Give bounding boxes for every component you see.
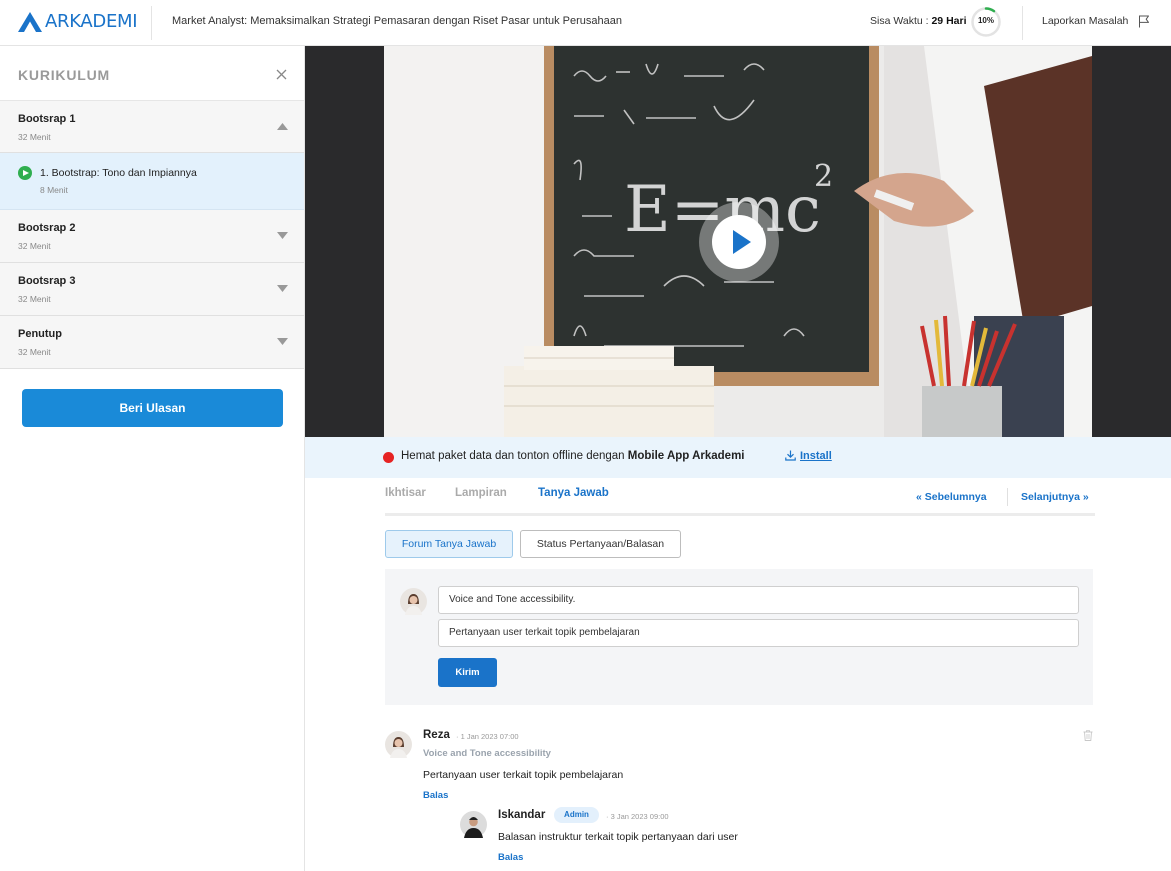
flag-icon[interactable] xyxy=(1138,15,1150,28)
section-title: Penutup xyxy=(18,328,62,340)
comment-subject: Voice and Tone accessibility xyxy=(423,748,551,759)
lesson-item-active[interactable]: 1. Bootstrap: Tono dan Impiannya 8 Menit xyxy=(0,153,304,210)
caret-up-icon xyxy=(277,123,288,130)
admin-avatar xyxy=(460,811,487,838)
sidebar-section-penutup[interactable]: Penutup 32 Menit xyxy=(0,316,304,369)
sidebar-section-bootsrap-1[interactable]: Bootsrap 1 32 Menit xyxy=(0,101,304,153)
section-title: Bootsrap 2 xyxy=(18,222,76,234)
comment-date: · 1 Jan 2023 07:00 xyxy=(456,732,519,741)
red-dot-icon xyxy=(383,452,394,463)
commenter-name: Reza xyxy=(423,729,450,741)
send-button[interactable]: Kirim xyxy=(438,658,497,687)
reply-link[interactable]: Balas xyxy=(423,790,448,801)
comment-body: Balasan instruktur terkait topik pertany… xyxy=(498,831,738,843)
user-avatar xyxy=(400,588,427,615)
app-promo-banner: Hemat paket data dan tonton offline deng… xyxy=(305,437,1171,478)
lesson-title: 1. Bootstrap: Tono dan Impiannya xyxy=(40,167,197,179)
comment-body: Pertanyaan user terkait topik pembelajar… xyxy=(423,769,624,781)
top-header: ARKADEMI Market Analyst: Memaksimalkan S… xyxy=(0,0,1171,46)
arkademi-logo-icon xyxy=(18,11,42,32)
course-title: Market Analyst: Memaksimalkan Strategi P… xyxy=(172,15,623,27)
nav-divider xyxy=(1007,488,1008,506)
next-lesson-link[interactable]: Selanjutnya » xyxy=(1021,491,1089,503)
video-thumbnail: E=mc 2 xyxy=(384,46,1092,437)
remaining-time-value: 29 Hari xyxy=(931,15,967,27)
video-frame: E=mc 2 xyxy=(384,46,1092,437)
remaining-time-label: Sisa Waktu : xyxy=(870,15,932,27)
sidebar-section-bootsrap-2[interactable]: Bootsrap 2 32 Menit xyxy=(0,210,304,263)
banner-app-name: Mobile App Arkademi xyxy=(627,450,745,462)
logo[interactable]: ARKADEMI xyxy=(18,11,138,32)
banner-text: Hemat paket data dan tonton offline deng… xyxy=(401,450,744,462)
video-player[interactable]: E=mc 2 xyxy=(305,46,1171,437)
remaining-time: Sisa Waktu : 29 Hari xyxy=(870,15,967,27)
play-circle-icon xyxy=(18,166,32,180)
section-duration: 32 Menit xyxy=(18,241,51,251)
section-duration: 32 Menit xyxy=(18,132,51,142)
download-icon[interactable] xyxy=(785,450,796,461)
comment-date: · 3 Jan 2023 09:00 xyxy=(606,812,669,821)
previous-lesson-link[interactable]: « Sebelumnya xyxy=(916,491,987,503)
forum-tab-button[interactable]: Forum Tanya Jawab xyxy=(385,530,513,558)
curriculum-sidebar: KURIKULUM Bootsrap 1 32 Menit 1. Bootstr… xyxy=(0,46,305,871)
caret-down-icon xyxy=(277,232,288,239)
header-divider xyxy=(151,6,152,40)
question-body-input[interactable]: Pertanyaan user terkait topik pembelajar… xyxy=(438,619,1079,647)
close-icon[interactable] xyxy=(276,69,287,80)
question-form: Voice and Tone accessibility. Pertanyaan… xyxy=(385,569,1093,705)
tab-ikhtisar[interactable]: Ikhtisar xyxy=(385,487,426,499)
progress-percent: 10% xyxy=(977,16,994,25)
banner-text-prefix: Hemat paket data dan tonton offline deng… xyxy=(401,450,628,462)
sidebar-title: KURIKULUM xyxy=(18,67,110,83)
sidebar-section-bootsrap-3[interactable]: Bootsrap 3 32 Menit xyxy=(0,263,304,316)
report-problem-link[interactable]: Laporkan Masalah xyxy=(1042,15,1128,27)
review-button[interactable]: Beri Ulasan xyxy=(22,389,283,427)
section-title: Bootsrap 3 xyxy=(18,275,76,287)
section-duration: 32 Menit xyxy=(18,347,51,357)
svg-text:2: 2 xyxy=(814,159,833,194)
tab-tanya-jawab[interactable]: Tanya Jawab xyxy=(538,487,609,499)
sidebar-header: KURIKULUM xyxy=(0,46,304,101)
commenter-name: Iskandar xyxy=(498,809,546,821)
trash-icon[interactable] xyxy=(1083,730,1093,741)
question-title-input[interactable]: Voice and Tone accessibility. xyxy=(438,586,1079,614)
status-tab-button[interactable]: Status Pertanyaan/Balasan xyxy=(520,530,681,558)
content-tabs: Ikhtisar Lampiran Tanya Jawab « Sebelumn… xyxy=(385,487,1095,516)
caret-down-icon xyxy=(277,338,288,345)
header-divider xyxy=(1022,6,1023,40)
caret-down-icon xyxy=(277,285,288,292)
commenter-avatar xyxy=(385,731,412,758)
admin-badge: Admin xyxy=(554,807,599,823)
reply-link[interactable]: Balas xyxy=(498,852,523,863)
install-link[interactable]: Install xyxy=(800,450,832,462)
lesson-duration: 8 Menit xyxy=(40,185,68,195)
section-duration: 32 Menit xyxy=(18,294,51,304)
tab-lampiran[interactable]: Lampiran xyxy=(455,487,507,499)
section-title: Bootsrap 1 xyxy=(18,113,76,125)
logo-text: ARKADEMI xyxy=(45,11,138,32)
